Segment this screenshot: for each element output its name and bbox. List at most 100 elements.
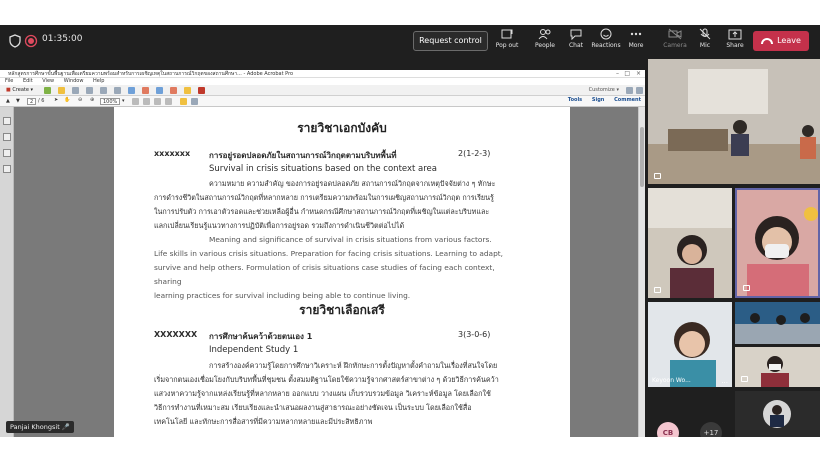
sticky-note-icon[interactable] [180, 98, 187, 105]
menu-help[interactable]: Help [93, 78, 104, 84]
mic-button[interactable]: Mic [688, 28, 722, 49]
acrobat-nav-toolbar: ▲ ▼ 2 / 6 ➤ ✋ ⊖ ⊕ 100% ▾ Tools Sign Comm… [0, 96, 645, 107]
desc-line: ความหมาย ความสำคัญ ของการอยู่รอดปลอดภัย … [209, 179, 496, 188]
participant-tile[interactable] [735, 302, 820, 344]
sign-icon[interactable] [156, 87, 163, 94]
leave-button[interactable]: Leave [753, 31, 809, 51]
mic-label: Mic [699, 42, 711, 49]
share-icon [728, 29, 742, 40]
create-button[interactable]: ■ Create ▾ [6, 87, 33, 93]
menu-file[interactable]: File [5, 78, 13, 84]
pdf-icon[interactable] [198, 87, 205, 94]
desc-line: เริ่มจากตนเองเชื่อมโยงกับบริบทพื้นที่ชุม… [154, 375, 499, 384]
camera-label: Camera [663, 42, 687, 49]
participant-tile-classroom[interactable] [648, 59, 820, 184]
participant-tile[interactable] [735, 391, 820, 437]
menu-view[interactable]: View [42, 78, 54, 84]
minimize-icon[interactable]: – [616, 70, 619, 78]
recording-icon [24, 34, 38, 48]
reactions-icon [600, 28, 612, 40]
menu-edit[interactable]: Edit [23, 78, 33, 84]
desc-line: แสวงหาความรู้จากแหล่งเรียนรู้ที่หลากหลาย… [154, 389, 491, 398]
vertical-scrollbar[interactable] [638, 107, 645, 437]
expand-icon[interactable] [636, 87, 643, 94]
share-label: Share [726, 42, 744, 49]
page-number-input[interactable]: 2 [27, 98, 37, 105]
comment-link[interactable]: Comment [614, 97, 641, 103]
request-control-button[interactable]: Request control [413, 31, 488, 51]
print-icon[interactable] [86, 87, 93, 94]
screen-share-icon [654, 173, 661, 179]
zoom-dropdown-icon[interactable]: ▾ [122, 98, 125, 104]
mic-icon: 🎤 [61, 423, 70, 431]
more-options-icon[interactable]: ... [721, 377, 728, 385]
scrollbar-thumb[interactable] [640, 127, 644, 187]
signatures-icon[interactable] [3, 165, 11, 173]
next-page-icon[interactable]: ▼ [16, 98, 20, 104]
customize-dropdown[interactable]: Customize ▾ [589, 87, 619, 93]
participant-tile-keyoon[interactable]: Keyoon Wo... ... [648, 302, 732, 387]
section-title-elective: รายวิชาเลือกเสรี [299, 303, 385, 317]
participant-tile[interactable] [648, 188, 732, 298]
full-screen-icon[interactable] [165, 98, 172, 105]
screen-share-icon [743, 285, 750, 291]
camera-button[interactable]: Camera [658, 28, 692, 49]
share-button[interactable]: Share [718, 28, 752, 49]
participant-video [648, 188, 732, 298]
leave-label: Leave [777, 36, 801, 45]
chat-icon [570, 29, 582, 40]
participant-tile-active-speaker[interactable] [735, 188, 820, 298]
select-tool-icon[interactable]: ➤ [54, 97, 58, 103]
reactions-button[interactable]: Reactions [589, 28, 623, 49]
participant-video [737, 190, 818, 296]
course-code: xxxxxxx [154, 149, 191, 158]
section-title-required: รายวิชาเอกบังคับ [297, 121, 387, 135]
more-button[interactable]: More [619, 28, 653, 49]
zoom-level-field[interactable]: 100% [100, 98, 120, 105]
zoom-in-icon[interactable]: ⊕ [90, 97, 94, 103]
close-icon[interactable]: × [636, 70, 641, 78]
people-label: People [535, 42, 555, 49]
zoom-out-icon[interactable]: ⊖ [78, 97, 82, 103]
attachments-icon[interactable] [3, 149, 11, 157]
tools-link[interactable]: Tools [568, 97, 582, 103]
pop-out-button[interactable]: Pop out [490, 28, 524, 49]
comment-icon[interactable] [142, 87, 149, 94]
open-icon[interactable] [58, 87, 65, 94]
review-icon[interactable] [170, 87, 177, 94]
chat-label: Chat [568, 42, 584, 49]
maximize-icon[interactable]: □ [624, 70, 630, 78]
upload-icon[interactable] [114, 87, 121, 94]
settings-icon[interactable] [626, 87, 633, 94]
participant-tile[interactable] [735, 347, 820, 387]
chat-button[interactable]: Chat [559, 28, 593, 49]
desc-line: Life skills in various crisis situations… [154, 249, 504, 258]
email-icon[interactable] [100, 87, 107, 94]
edit-icon[interactable] [128, 87, 135, 94]
participant-name: Keyoon Wo... [652, 377, 691, 384]
bottom-margin [0, 437, 820, 461]
people-button[interactable]: People [528, 28, 562, 49]
course-name-th: การศึกษาค้นคว้าด้วยตนเอง 1 [209, 332, 313, 341]
menu-window[interactable]: Window [64, 78, 84, 84]
phone-hangup-icon [761, 37, 774, 44]
more-participants-button[interactable]: +17 [700, 422, 722, 437]
fit-width-icon[interactable] [143, 98, 150, 105]
save-icon[interactable] [72, 87, 79, 94]
read-mode-icon[interactable] [154, 98, 161, 105]
hand-tool-icon[interactable]: ✋ [64, 97, 70, 103]
page-thumbnails-icon[interactable] [3, 117, 11, 125]
bookmarks-icon[interactable] [3, 133, 11, 141]
more-label: More [628, 42, 644, 49]
people-icon [538, 29, 551, 40]
prev-page-icon[interactable]: ▲ [6, 98, 10, 104]
fit-page-icon[interactable] [132, 98, 139, 105]
note-icon[interactable] [184, 87, 191, 94]
desc-line: ในการปรับตัว การเอาตัวรอดและช่วยเหลือผู้… [154, 207, 490, 216]
mic-off-icon [699, 28, 711, 40]
shield-icon [9, 34, 21, 48]
desc-line: การสร้างองค์ความรู้โดยการศึกษาวิเคราะห์ … [209, 361, 498, 370]
highlight-icon[interactable] [191, 98, 198, 105]
sign-link[interactable]: Sign [592, 97, 604, 103]
combine-icon[interactable] [44, 87, 51, 94]
